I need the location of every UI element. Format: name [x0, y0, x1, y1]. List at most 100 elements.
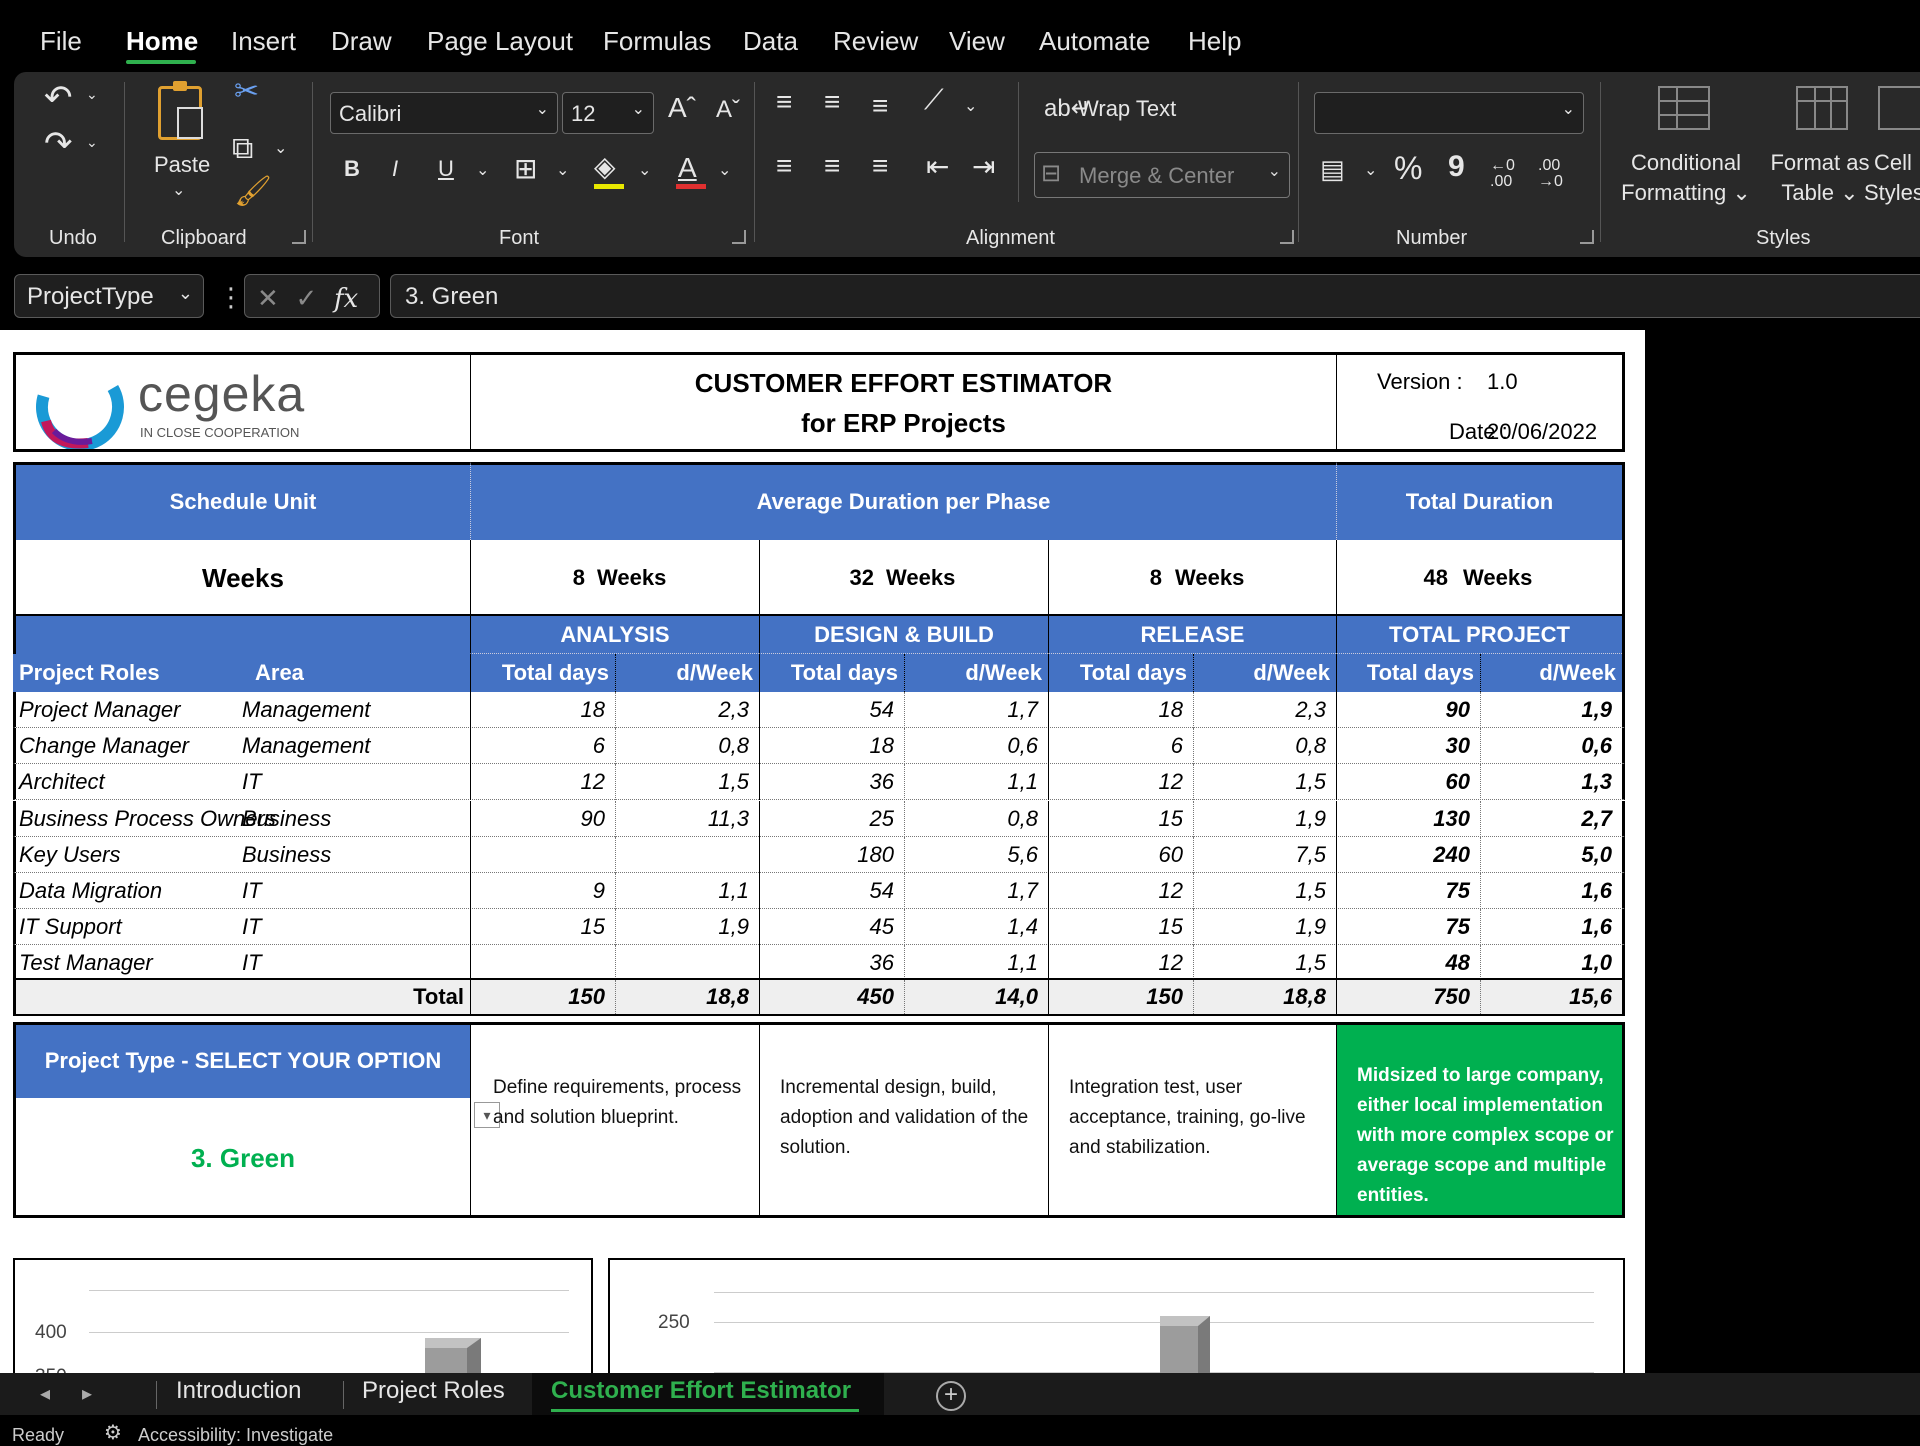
align-top-icon[interactable]: ≡ [776, 86, 792, 118]
chevron-down-icon[interactable]: ⌄ [718, 160, 731, 180]
font-size-combo[interactable]: 12 ⌄ [562, 92, 654, 134]
accounting-format-icon[interactable]: ▤ [1320, 154, 1345, 185]
cell-d-week[interactable]: 1,9 [1480, 692, 1622, 728]
comma-style-button[interactable]: 9 [1448, 150, 1465, 184]
cell-d-week[interactable]: 1,9 [615, 909, 759, 946]
menu-data[interactable]: Data [743, 26, 798, 57]
dialog-launcher-icon[interactable] [292, 230, 306, 244]
cell-total-days[interactable]: 6 [1048, 728, 1193, 765]
dialog-launcher-icon[interactable] [732, 230, 746, 244]
role-name[interactable]: Business Process Owners [19, 801, 276, 837]
format-as-table-button[interactable]: Format as Table ⌄ [1762, 148, 1878, 208]
cell-d-week[interactable]: 1,5 [1193, 945, 1336, 982]
chart-2[interactable]: 250 [608, 1258, 1625, 1373]
grow-font-icon[interactable]: Aˆ [668, 92, 696, 124]
paste-button[interactable]: Paste [154, 152, 210, 178]
accessibility-status[interactable]: Accessibility: Investigate [138, 1425, 333, 1446]
chevron-down-icon[interactable]: ⌄ [964, 96, 977, 116]
shrink-font-icon[interactable]: Aˇ [716, 96, 740, 124]
cell-total-days[interactable]: 18 [759, 728, 904, 765]
cell-total-days[interactable]: 54 [759, 692, 904, 728]
cell-total-days[interactable]: 9 [470, 873, 615, 909]
cell-total-days[interactable] [470, 836, 615, 873]
accessibility-icon[interactable]: ⚙ [104, 1420, 122, 1445]
menu-insert[interactable]: Insert [231, 26, 296, 57]
cell-d-week[interactable]: 11,3 [615, 800, 759, 837]
menu-draw[interactable]: Draw [331, 26, 392, 57]
total-d-week-cell[interactable]: 18,8 [615, 980, 759, 1014]
cell-d-week[interactable]: 1,7 [904, 692, 1048, 728]
cell-d-week[interactable]: 5,0 [1480, 836, 1622, 873]
cell-total-days[interactable]: 90 [1336, 692, 1480, 728]
italic-button[interactable]: I [392, 156, 398, 182]
font-name-combo[interactable]: Calibri ⌄ [330, 92, 558, 134]
cell-total-days[interactable]: 12 [1048, 945, 1193, 982]
chevron-down-icon[interactable]: ⌄ [556, 160, 569, 180]
tab-project-roles[interactable]: Project Roles [362, 1377, 505, 1405]
total-days-cell[interactable]: 150 [470, 980, 615, 1014]
percent-style-button[interactable]: % [1394, 150, 1422, 187]
cell-total-days[interactable]: 60 [1336, 764, 1480, 801]
role-name[interactable]: Data Migration [19, 873, 246, 909]
role-area[interactable]: Management [242, 728, 470, 764]
cell-total-days[interactable]: 60 [1048, 836, 1193, 873]
tab-scroll-left-icon[interactable]: ◂ [40, 1381, 50, 1406]
undo-icon[interactable]: ↶ [44, 78, 73, 118]
align-right-icon[interactable]: ≡ [872, 150, 888, 182]
cell-total-days[interactable]: 45 [759, 909, 904, 946]
cell-styles-icon[interactable] [1878, 86, 1920, 130]
role-area[interactable]: IT [242, 945, 470, 981]
worksheet[interactable]: cegeka IN CLOSE COOPERATION CUSTOMER EFF… [0, 330, 1645, 1373]
cell-d-week[interactable]: 0,8 [615, 728, 759, 765]
menu-help[interactable]: Help [1188, 26, 1241, 57]
formula-input[interactable]: 3. Green [390, 274, 1920, 318]
cell-total-days[interactable]: 18 [470, 692, 615, 728]
cell-total-days[interactable]: 90 [470, 800, 615, 837]
chevron-down-icon[interactable]: ⌄ [1364, 160, 1377, 180]
cell-d-week[interactable]: 1,9 [1193, 909, 1336, 946]
name-box[interactable]: ProjectType ⌄ [14, 274, 204, 318]
role-name[interactable]: Test Manager [19, 945, 246, 981]
total-days-cell[interactable]: 450 [759, 980, 904, 1014]
cell-d-week[interactable]: 2,7 [1480, 800, 1622, 837]
cell-d-week[interactable] [615, 836, 759, 873]
role-area[interactable]: IT [242, 764, 470, 800]
cell-total-days[interactable]: 15 [470, 909, 615, 946]
role-area[interactable]: Business [242, 837, 470, 873]
role-name[interactable]: IT Support [19, 909, 246, 945]
total-d-week-cell[interactable]: 14,0 [904, 980, 1048, 1014]
role-name[interactable]: Architect [19, 764, 246, 800]
project-type-value[interactable]: 3. Green [13, 1098, 470, 1218]
increase-indent-icon[interactable]: ⇥ [972, 150, 995, 183]
fill-color-icon[interactable]: ◈ [594, 150, 616, 183]
format-as-table-icon[interactable] [1796, 86, 1848, 130]
menu-formulas[interactable]: Formulas [603, 26, 711, 57]
cell-total-days[interactable]: 36 [759, 764, 904, 801]
cell-d-week[interactable]: 2,3 [1193, 692, 1336, 728]
cell-d-week[interactable]: 1,9 [1193, 800, 1336, 837]
cell-d-week[interactable]: 1,6 [1480, 873, 1622, 909]
borders-icon[interactable]: ⊞ [514, 152, 537, 185]
tab-scroll-right-icon[interactable]: ▸ [82, 1381, 92, 1406]
role-area[interactable]: IT [242, 873, 470, 909]
chevron-down-icon[interactable]: ⌄ [86, 134, 98, 151]
bold-button[interactable]: B [344, 156, 360, 182]
role-name[interactable]: Change Manager [19, 728, 246, 764]
chevron-down-icon[interactable]: ⌄ [638, 160, 651, 180]
cell-total-days[interactable]: 30 [1336, 728, 1480, 765]
menu-file[interactable]: File [40, 26, 82, 57]
cell-total-days[interactable]: 18 [1048, 692, 1193, 728]
menu-review[interactable]: Review [833, 26, 918, 57]
cell-d-week[interactable]: 0,8 [1193, 728, 1336, 765]
total-days-cell[interactable]: 750 [1336, 980, 1480, 1014]
orientation-icon[interactable]: ⟋ [924, 84, 944, 117]
cell-d-week[interactable]: 1,1 [904, 764, 1048, 801]
cell-d-week[interactable]: 1,6 [1480, 909, 1622, 946]
font-color-icon[interactable]: A [678, 152, 697, 184]
total-d-week-cell[interactable]: 15,6 [1480, 980, 1622, 1014]
conditional-formatting-button[interactable]: Conditional Formatting ⌄ [1618, 148, 1754, 208]
dialog-launcher-icon[interactable] [1280, 230, 1294, 244]
dialog-launcher-icon[interactable] [1580, 230, 1594, 244]
cell-d-week[interactable]: 1,7 [904, 873, 1048, 909]
cell-d-week[interactable]: 1,5 [615, 764, 759, 801]
